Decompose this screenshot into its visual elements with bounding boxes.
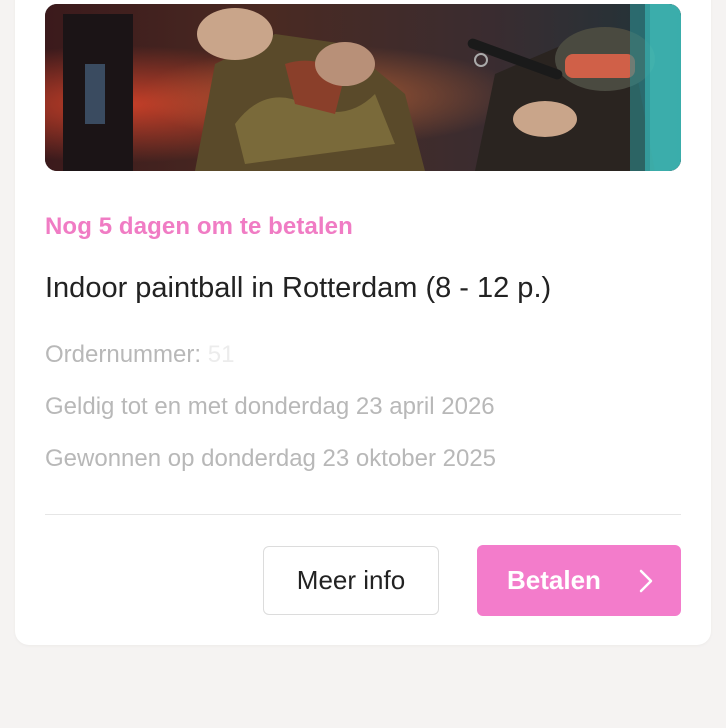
prize-card: Nog 5 dagen om te betalen Indoor paintba… bbox=[15, 0, 711, 645]
more-info-label: Meer info bbox=[296, 565, 406, 595]
order-number: Ordernummer: 51 bbox=[45, 341, 234, 369]
valid-until: Geldig tot en met donderdag 23 april 202… bbox=[45, 393, 495, 420]
pay-label: Betalen bbox=[507, 565, 601, 595]
order-number-value: 51 bbox=[207, 341, 235, 368]
won-date: Gewonnen op donderdag 23 oktober 2025 bbox=[45, 445, 497, 472]
paintball-photo bbox=[45, 4, 681, 171]
hero-image bbox=[45, 4, 681, 171]
payment-deadline: Nog 5 dagen om te betalen bbox=[45, 213, 353, 240]
order-number-label: Ordernummer: bbox=[45, 341, 202, 368]
chevron-right-icon bbox=[639, 569, 653, 593]
divider bbox=[45, 514, 681, 515]
pay-button[interactable]: Betalen bbox=[477, 545, 681, 616]
prize-title: Indoor paintball in Rotterdam (8 - 12 p.… bbox=[45, 272, 552, 304]
more-info-button[interactable]: Meer info bbox=[263, 546, 439, 615]
